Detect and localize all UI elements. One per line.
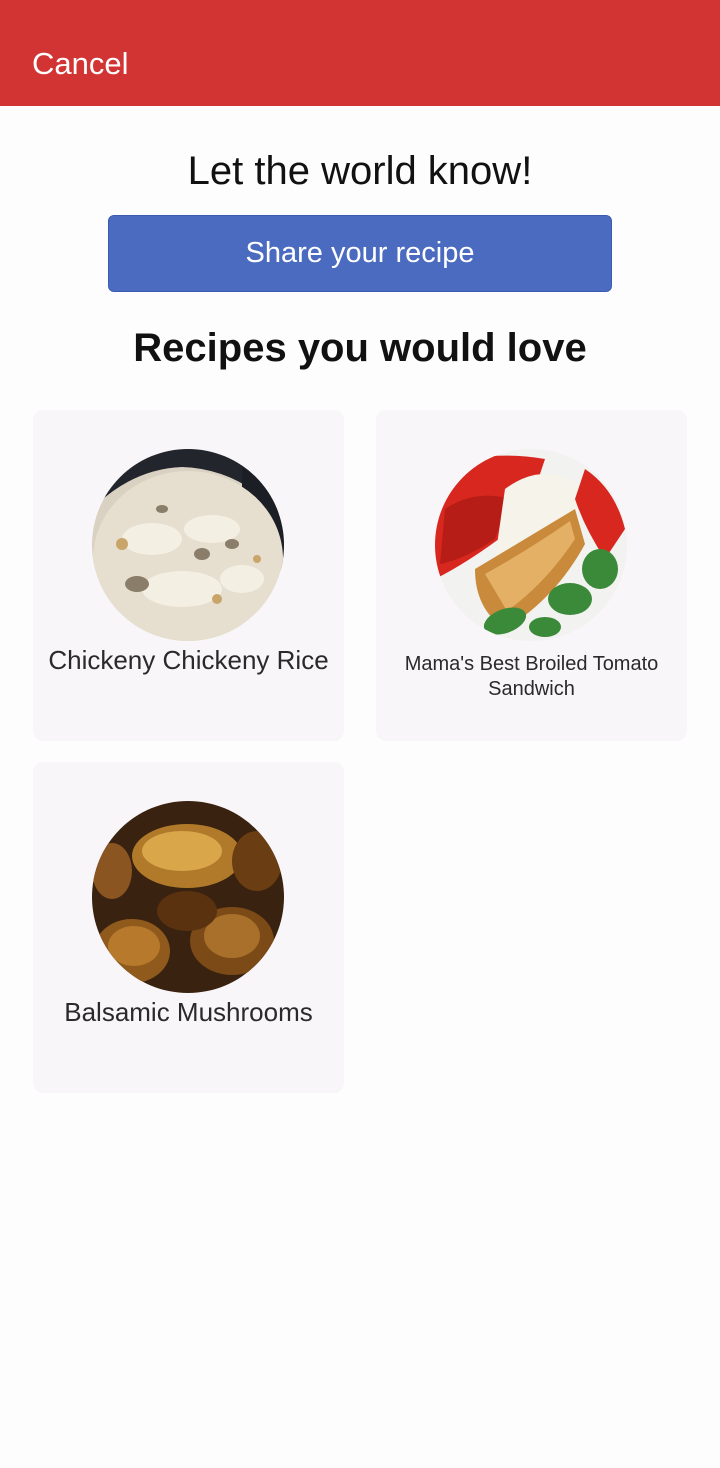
recipe-image-mushrooms (92, 801, 284, 993)
share-headline: Let the world know! (187, 149, 533, 193)
recipe-name: Mama's Best Broiled Tomato Sandwich (404, 653, 659, 700)
recipe-card[interactable]: Mama's Best Broiled Tomato Sandwich (376, 410, 687, 741)
recipe-name: Chickeny Chickeny Rice (48, 645, 329, 675)
recommendations-title: Recipes you would love (133, 326, 587, 370)
share-recipe-button[interactable]: Share your recipe (108, 215, 612, 292)
recipe-card[interactable]: Balsamic Mushrooms (33, 762, 344, 1093)
recipe-image-rice (92, 449, 284, 641)
app-bar: Cancel (0, 0, 720, 106)
cancel-button[interactable]: Cancel (32, 44, 129, 84)
recipe-name: Balsamic Mushrooms (64, 997, 313, 1027)
recipe-card[interactable]: Chickeny Chickeny Rice (33, 410, 344, 741)
recipe-image-tomato-sandwich (435, 449, 627, 641)
